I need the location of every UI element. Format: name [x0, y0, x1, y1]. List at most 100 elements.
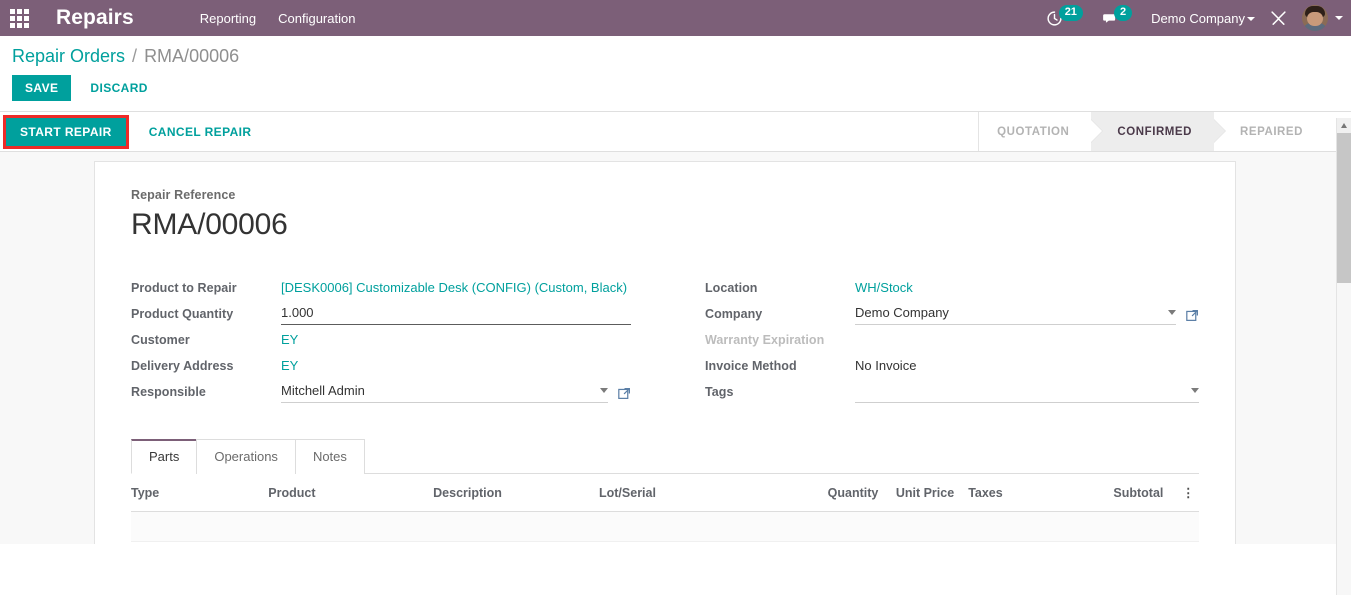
chevron-down-icon[interactable] — [1168, 310, 1176, 315]
column-header-description[interactable]: Description — [433, 474, 599, 512]
parts-list-body — [131, 511, 1199, 544]
messaging-menu-button[interactable]: 2 — [1092, 0, 1141, 36]
form-fields: Product to Repair [DESK0006] Customizabl… — [131, 274, 1199, 404]
field-customer: Customer EY — [131, 326, 631, 351]
repair-reference-value: RMA/00006 — [131, 208, 288, 241]
vertical-scrollbar[interactable] — [1336, 118, 1351, 595]
record-buttons: SAVE DISCARD — [0, 67, 1351, 111]
repair-reference-label: Repair Reference — [131, 188, 236, 202]
column-header-type[interactable]: Type — [131, 474, 269, 512]
field-label-company: Company — [705, 307, 763, 321]
field-value-delivery-address[interactable]: EY — [281, 357, 631, 377]
systray: 21 2 Demo Company — [1037, 0, 1351, 36]
chevron-down-icon[interactable] — [1191, 388, 1199, 393]
discard-button[interactable]: DISCARD — [81, 75, 156, 101]
status-quotation[interactable]: QUOTATION — [979, 112, 1104, 151]
field-label-customer: Customer — [131, 333, 190, 347]
table-cell-empty — [131, 541, 1199, 544]
column-header-subtotal[interactable]: Subtotal — [1113, 474, 1178, 512]
invoice-method-value: No Invoice — [855, 358, 917, 373]
customer-text: EY — [281, 332, 299, 347]
kebab-menu-icon[interactable]: ⋮ — [1177, 474, 1199, 512]
external-link-icon[interactable] — [618, 387, 631, 400]
table-header-row: Type Product Description Lot/Serial Quan… — [131, 474, 1199, 512]
company-input[interactable]: Demo Company — [855, 304, 1176, 325]
apps-grid-icon — [9, 8, 29, 28]
save-button[interactable]: SAVE — [12, 75, 72, 101]
breadcrumb-root[interactable]: Repair Orders — [12, 46, 125, 67]
form-view-body: Repair Reference RMA/00006 Product to Re… — [0, 152, 1351, 544]
cancel-repair-button[interactable]: CANCEL REPAIR — [139, 118, 262, 146]
column-header-taxes[interactable]: Taxes — [968, 474, 1114, 512]
form-sheet: Repair Reference RMA/00006 Product to Re… — [94, 161, 1236, 544]
notebook: Parts Operations Notes Type Product Desc… — [131, 438, 1199, 544]
apps-menu-button[interactable] — [0, 0, 38, 36]
table-row[interactable] — [131, 511, 1199, 542]
field-label-delivery-address: Delivery Address — [131, 359, 234, 373]
messaging-count-badge: 2 — [1113, 5, 1133, 21]
tab-operations[interactable]: Operations — [196, 439, 296, 474]
chevron-down-icon — [1247, 17, 1255, 22]
user-menu-chevron-down-icon[interactable] — [1335, 16, 1343, 20]
product-to-repair-text: [DESK0006] Customizable Desk (CONFIG) (C… — [281, 280, 628, 295]
avatar-face — [1307, 12, 1323, 26]
tab-parts[interactable]: Parts — [131, 439, 198, 474]
tools-icon — [1271, 10, 1286, 25]
responsible-input[interactable]: Mitchell Admin — [281, 382, 608, 403]
field-label-responsible: Responsible — [131, 385, 206, 399]
field-label-product-to-repair: Product to Repair — [131, 281, 237, 295]
product-quantity-value: 1.000 — [281, 305, 314, 320]
menu-item-configuration[interactable]: Configuration — [268, 1, 365, 36]
parts-list-header: Type Product Description Lot/Serial Quan… — [131, 474, 1199, 512]
scrollbar-thumb[interactable] — [1337, 133, 1351, 283]
parts-list-table: Type Product Description Lot/Serial Quan… — [131, 474, 1199, 544]
top-navbar: Repairs Reporting Configuration 21 2 Dem… — [0, 0, 1351, 36]
delivery-address-text: EY — [281, 358, 299, 373]
field-product-quantity: Product Quantity 1.000 — [131, 300, 631, 325]
activity-count-badge: 21 — [1058, 5, 1083, 21]
field-label-product-quantity: Product Quantity — [131, 307, 234, 321]
app-brand[interactable]: Repairs — [56, 6, 134, 30]
chevron-down-icon[interactable] — [600, 388, 608, 393]
avatar[interactable] — [1302, 5, 1328, 31]
field-label-invoice-method: Invoice Method — [705, 359, 797, 373]
tab-notes[interactable]: Notes — [294, 439, 365, 474]
product-quantity-input[interactable]: 1.000 — [281, 304, 631, 325]
field-delivery-address: Delivery Address EY — [131, 352, 631, 377]
start-repair-button[interactable]: START REPAIR — [6, 117, 126, 146]
form-column-left: Product to Repair [DESK0006] Customizabl… — [131, 274, 665, 404]
field-value-customer[interactable]: EY — [281, 331, 631, 351]
column-header-quantity[interactable]: Quantity — [789, 474, 893, 512]
field-value-warranty-expiration — [855, 331, 1199, 351]
company-value: Demo Company — [855, 305, 949, 320]
action-statusbar-row: START REPAIR CANCEL REPAIR QUOTATION CON… — [0, 112, 1351, 152]
column-header-lot-serial[interactable]: Lot/Serial — [599, 474, 790, 512]
form-column-right: Location WH/Stock Company Demo Company W… — [665, 274, 1199, 404]
field-label-warranty-expiration: Warranty Expiration — [705, 333, 825, 347]
field-product-to-repair: Product to Repair [DESK0006] Customizabl… — [131, 274, 631, 299]
menu-item-reporting[interactable]: Reporting — [190, 1, 266, 36]
scroll-up-arrow-icon[interactable] — [1337, 118, 1351, 133]
column-header-unit-price[interactable]: Unit Price — [892, 474, 969, 512]
status-repaired[interactable]: REPAIRED — [1214, 112, 1325, 151]
field-value-location[interactable]: WH/Stock — [855, 279, 1199, 299]
table-cell-empty — [131, 511, 1199, 542]
table-row[interactable] — [131, 541, 1199, 544]
activity-menu-button[interactable]: 21 — [1037, 0, 1092, 36]
breadcrumb-current: RMA/00006 — [144, 46, 240, 66]
debug-tools-button[interactable] — [1261, 0, 1296, 36]
field-invoice-method: Invoice Method No Invoice — [705, 352, 1199, 377]
breadcrumb-separator: / — [132, 46, 138, 66]
field-location: Location WH/Stock — [705, 274, 1199, 299]
company-switcher-label: Demo Company — [1151, 10, 1245, 26]
status-confirmed[interactable]: CONFIRMED — [1091, 112, 1226, 151]
field-warranty-expiration: Warranty Expiration — [705, 326, 1199, 351]
notebook-tabs: Parts Operations Notes — [131, 438, 1199, 474]
field-label-tags: Tags — [705, 385, 734, 399]
tags-input[interactable] — [855, 383, 1199, 403]
column-header-product[interactable]: Product — [268, 474, 434, 512]
field-value-product-to-repair[interactable]: [DESK0006] Customizable Desk (CONFIG) (C… — [281, 279, 631, 299]
company-switcher[interactable]: Demo Company — [1141, 11, 1261, 26]
field-label-location: Location — [705, 281, 758, 295]
external-link-icon[interactable] — [1186, 309, 1199, 322]
